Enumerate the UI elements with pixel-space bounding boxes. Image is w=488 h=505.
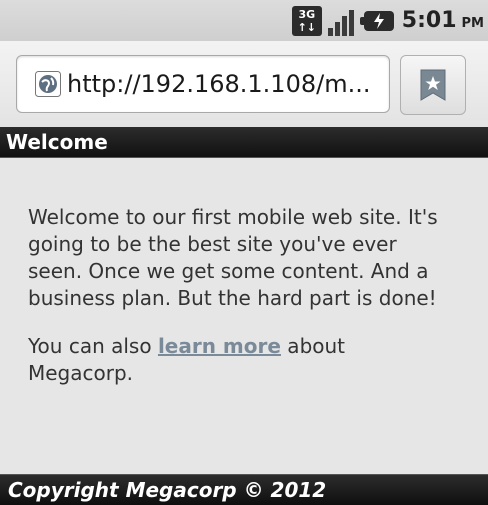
learn-more-paragraph: You can also learn more about Megacorp. <box>28 333 448 387</box>
network-3g-icon: 3G ↑↓ <box>291 5 322 36</box>
url-text: http://192.168.1.108/m... <box>67 70 371 98</box>
page-title: Welcome <box>6 130 108 154</box>
learn-more-link[interactable]: learn more <box>158 334 281 358</box>
network-type-label: 3G <box>298 7 316 21</box>
clock-time: 5:01 <box>401 8 457 33</box>
copyright-text: Copyright Megacorp © 2012 <box>8 478 327 502</box>
phone-screen: 3G ↑↓ 5:01 PM http://192.168.1.108/m... … <box>0 0 488 505</box>
paragraph-text-before-link: You can also <box>28 334 158 358</box>
bookmark-star-icon <box>420 69 446 101</box>
page-content: Welcome to our first mobile web site. It… <box>0 158 488 474</box>
network-activity-label: ↑↓ <box>297 20 317 34</box>
page-header: Welcome <box>0 127 488 158</box>
bookmark-button[interactable] <box>400 55 466 115</box>
status-bar: 3G ↑↓ 5:01 PM <box>0 0 488 41</box>
clock-ampm: PM <box>461 16 484 31</box>
browser-toolbar: http://192.168.1.108/m... <box>0 41 488 128</box>
status-clock: 5:01 PM <box>402 8 484 33</box>
address-bar[interactable]: http://192.168.1.108/m... <box>16 55 390 113</box>
globe-icon <box>35 71 61 97</box>
signal-strength-icon <box>327 6 358 36</box>
battery-charging-icon <box>359 10 394 31</box>
page-footer: Copyright Megacorp © 2012 <box>0 474 488 505</box>
intro-paragraph: Welcome to our first mobile web site. It… <box>28 205 438 310</box>
